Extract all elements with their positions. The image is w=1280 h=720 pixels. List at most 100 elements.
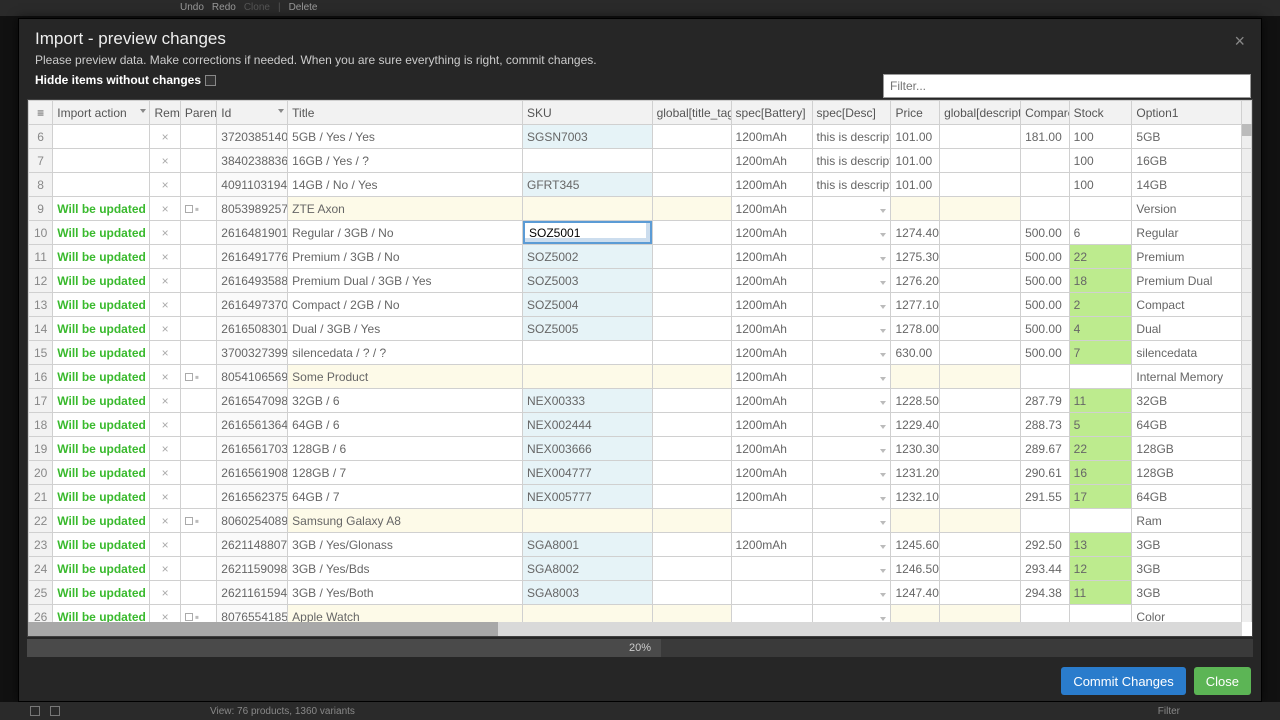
cell-id[interactable]: 26165617033 <box>217 437 288 461</box>
cell-desc[interactable] <box>812 533 891 557</box>
cell-option1[interactable]: 64GB <box>1132 413 1241 437</box>
cell-title[interactable]: Some Product <box>288 365 523 389</box>
cell-price[interactable]: 1230.30 <box>891 437 940 461</box>
cell-battery[interactable]: 1200mAh <box>731 197 812 221</box>
table-row[interactable]: 8×4091103194514GB / No / YesGFRT3451200m… <box>29 173 1252 197</box>
cell-tag[interactable] <box>652 149 731 173</box>
cell-stock[interactable]: 100 <box>1069 149 1132 173</box>
cell-title[interactable]: Premium / 3GB / No <box>288 245 523 269</box>
cell-id[interactable]: 26164973705 <box>217 293 288 317</box>
table-row[interactable]: 24Will be updated×262115909853GB / Yes/B… <box>29 557 1252 581</box>
cell-gdesc[interactable] <box>940 437 1021 461</box>
col-price[interactable]: Price <box>891 101 940 125</box>
cell-parent[interactable] <box>180 125 216 149</box>
cell-option1[interactable]: 32GB <box>1132 389 1241 413</box>
cell-sku[interactable]: SOZ5003 <box>523 269 653 293</box>
cell-option1[interactable]: 3GB <box>1132 581 1241 605</box>
cell-sku[interactable]: NEX00333 <box>523 389 653 413</box>
menu-header[interactable]: ≡ <box>29 101 53 125</box>
cell-action[interactable]: Will be updated <box>53 413 150 437</box>
cell-desc[interactable] <box>812 317 891 341</box>
cell-compare[interactable]: 500.00 <box>1021 293 1070 317</box>
cell-sku[interactable]: GFRT345 <box>523 173 653 197</box>
cell-tag[interactable] <box>652 389 731 413</box>
cell-action[interactable]: Will be updated <box>53 509 150 533</box>
remove-icon[interactable]: × <box>150 149 180 173</box>
table-row[interactable]: 21Will be updated×2616562375364GB / 7NEX… <box>29 485 1252 509</box>
cell-parent[interactable]: ▪ <box>180 197 216 221</box>
cell-gdesc[interactable] <box>940 317 1021 341</box>
cell-battery[interactable]: 1200mAh <box>731 413 812 437</box>
table-row[interactable]: 14Will be updated×26165083017Dual / 3GB … <box>29 317 1252 341</box>
cell-title[interactable]: Premium Dual / 3GB / Yes <box>288 269 523 293</box>
table-row[interactable]: 7×3840238836116GB / Yes / ?1200mAhthis i… <box>29 149 1252 173</box>
table-row[interactable]: 19Will be updated×26165617033128GB / 6NE… <box>29 437 1252 461</box>
remove-icon[interactable]: × <box>150 125 180 149</box>
cell-gdesc[interactable] <box>940 341 1021 365</box>
cell-stock[interactable] <box>1069 197 1132 221</box>
remove-icon[interactable]: × <box>150 341 180 365</box>
cell-gdesc[interactable] <box>940 197 1021 221</box>
cell-action[interactable]: Will be updated <box>53 317 150 341</box>
cell-battery[interactable]: 1200mAh <box>731 149 812 173</box>
cell-sku-editing[interactable] <box>523 221 653 245</box>
cell-desc[interactable] <box>812 245 891 269</box>
cell-price[interactable] <box>891 197 940 221</box>
cell-compare[interactable]: 293.44 <box>1021 557 1070 581</box>
cell-parent[interactable] <box>180 149 216 173</box>
cell-battery[interactable] <box>731 557 812 581</box>
cell-gdesc[interactable] <box>940 173 1021 197</box>
cell-sku[interactable] <box>523 509 653 533</box>
cell-option1[interactable]: Ram <box>1132 509 1241 533</box>
cell-gdesc[interactable] <box>940 509 1021 533</box>
cell-sku[interactable]: NEX005777 <box>523 485 653 509</box>
cell-sku[interactable] <box>523 365 653 389</box>
cell-battery[interactable]: 1200mAh <box>731 317 812 341</box>
remove-icon[interactable]: × <box>150 461 180 485</box>
col-stock[interactable]: Stock <box>1069 101 1132 125</box>
cell-action[interactable]: Will be updated <box>53 605 150 623</box>
cell-gdesc[interactable] <box>940 125 1021 149</box>
cell-compare[interactable] <box>1021 173 1070 197</box>
cell-sku[interactable]: SGA8002 <box>523 557 653 581</box>
cell-parent[interactable]: ▪ <box>180 509 216 533</box>
cell-tag[interactable] <box>652 581 731 605</box>
cell-parent[interactable] <box>180 413 216 437</box>
cell-parent[interactable] <box>180 269 216 293</box>
cell-action[interactable]: Will be updated <box>53 269 150 293</box>
cell-battery[interactable]: 1200mAh <box>731 221 812 245</box>
table-row[interactable]: 11Will be updated×26164917769Premium / 3… <box>29 245 1252 269</box>
col-id[interactable]: Id <box>217 101 288 125</box>
cell-gdesc[interactable] <box>940 413 1021 437</box>
col-title[interactable]: Title <box>288 101 523 125</box>
cell-title[interactable]: ZTE Axon <box>288 197 523 221</box>
cell-option1[interactable]: Version <box>1132 197 1241 221</box>
table-row[interactable]: 10Will be updated×26164819017Regular / 3… <box>29 221 1252 245</box>
cell-gdesc[interactable] <box>940 365 1021 389</box>
cell-title[interactable]: 64GB / 6 <box>288 413 523 437</box>
cell-gdesc[interactable] <box>940 485 1021 509</box>
cell-parent[interactable] <box>180 533 216 557</box>
table-row[interactable]: 16Will be updated×▪8054106569Some Produc… <box>29 365 1252 389</box>
cell-battery[interactable] <box>731 509 812 533</box>
cell-id[interactable]: 26165083017 <box>217 317 288 341</box>
remove-icon[interactable]: × <box>150 581 180 605</box>
cell-price[interactable]: 1231.20 <box>891 461 940 485</box>
cell-gdesc[interactable] <box>940 533 1021 557</box>
cell-tag[interactable] <box>652 509 731 533</box>
cell-price[interactable]: 101.00 <box>891 173 940 197</box>
cell-title[interactable]: Regular / 3GB / No <box>288 221 523 245</box>
cell-title[interactable]: 32GB / 6 <box>288 389 523 413</box>
col-desc[interactable]: spec[Desc] <box>812 101 891 125</box>
cell-option1[interactable]: 3GB <box>1132 533 1241 557</box>
cell-id[interactable]: 26165470985 <box>217 389 288 413</box>
table-row[interactable]: 15Will be updated×37003273993silencedata… <box>29 341 1252 365</box>
cell-parent[interactable]: ▪ <box>180 365 216 389</box>
cell-sku[interactable] <box>523 149 653 173</box>
col-option1[interactable]: Option1 <box>1132 101 1241 125</box>
cell-price[interactable]: 101.00 <box>891 125 940 149</box>
cell-title[interactable]: Compact / 2GB / No <box>288 293 523 317</box>
cell-battery[interactable] <box>731 581 812 605</box>
col-action[interactable]: Import action <box>53 101 150 125</box>
cell-title[interactable]: Dual / 3GB / Yes <box>288 317 523 341</box>
